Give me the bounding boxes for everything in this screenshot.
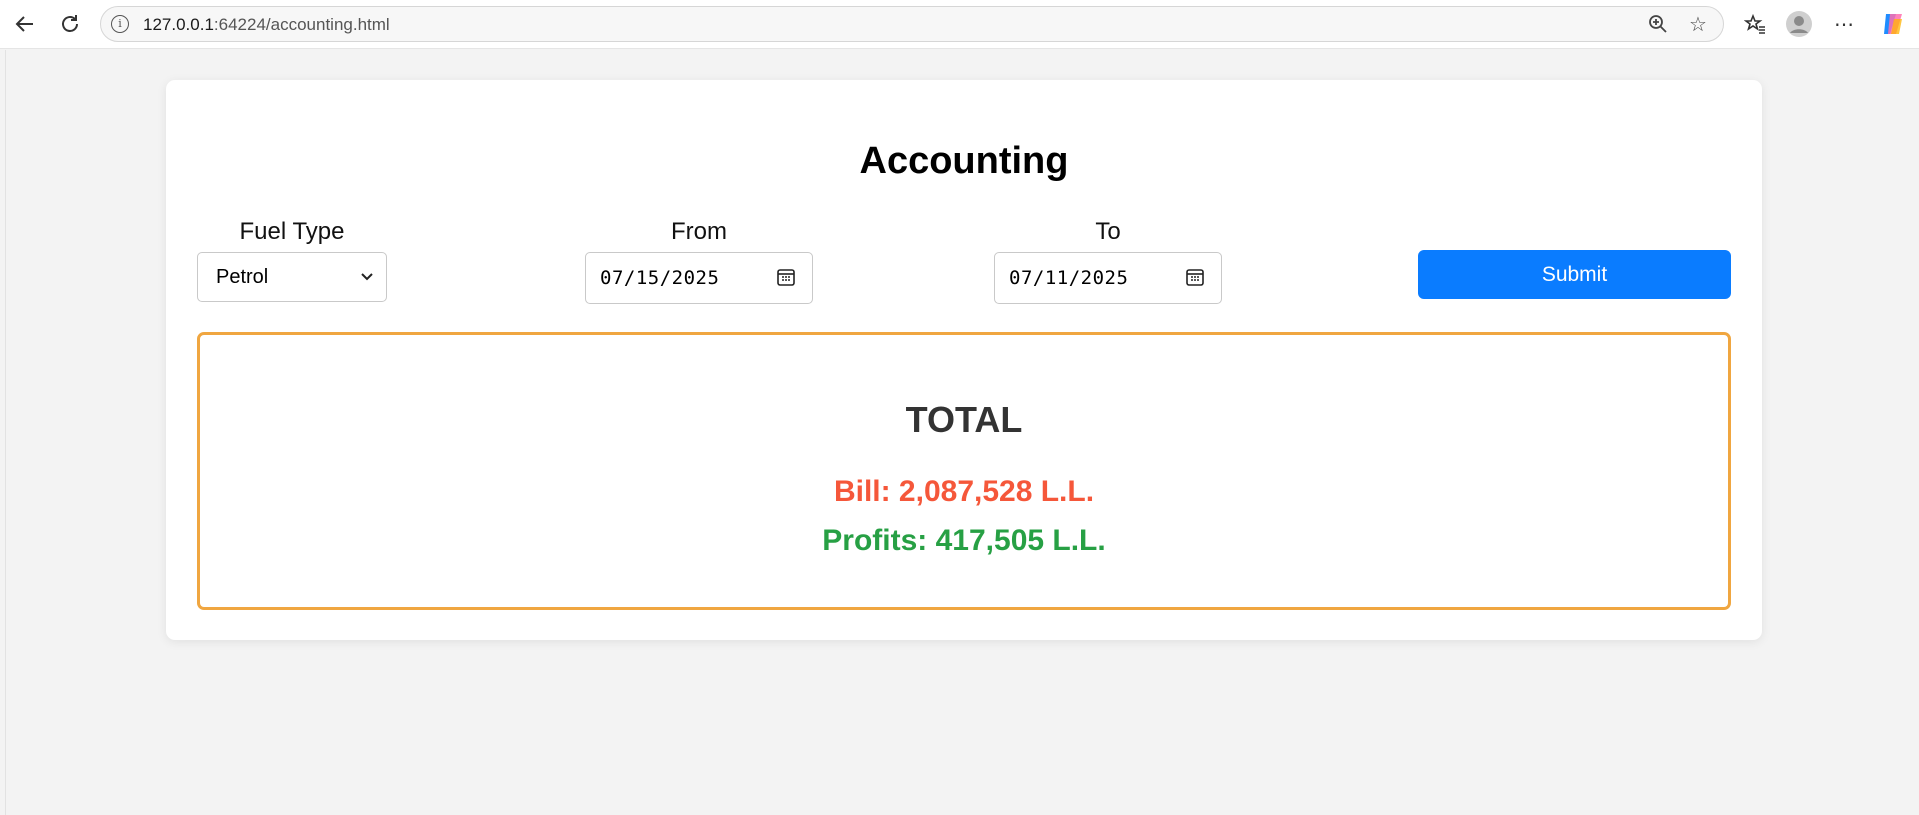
page-area: Accounting Fuel Type Petrol From 07/15/2… [5, 50, 1919, 815]
from-label: From [671, 218, 727, 245]
to-date-group: To 07/11/2025 [994, 218, 1222, 304]
total-heading: TOTAL [905, 399, 1023, 440]
chevron-down-icon [360, 264, 374, 289]
fuel-type-value: Petrol [216, 266, 269, 288]
from-date-value: 07/15/2025 [600, 267, 720, 289]
page-title: Accounting [859, 140, 1069, 182]
total-summary-box: TOTAL Bill: 2,087,528 L.L. Profits: 417,… [197, 332, 1731, 610]
fuel-type-select[interactable]: Petrol [197, 252, 387, 302]
profile-icon[interactable] [1784, 9, 1814, 39]
browser-toolbar: i 127.0.0.1:64224/accounting.html ☆ ⋯ [0, 0, 1919, 49]
copilot-icon[interactable] [1878, 9, 1908, 39]
profits-amount: Profits: 417,505 L.L. [822, 524, 1106, 557]
calendar-icon[interactable] [776, 267, 796, 287]
fuel-type-label: Fuel Type [239, 218, 345, 245]
to-label: To [1095, 218, 1121, 245]
favorite-star-icon[interactable]: ☆ [1685, 11, 1711, 37]
info-icon[interactable]: i [111, 15, 129, 33]
from-date-input[interactable]: 07/15/2025 [585, 252, 813, 304]
back-icon[interactable] [10, 9, 40, 39]
refresh-icon[interactable] [55, 9, 85, 39]
fuel-type-group: Fuel Type Petrol [197, 218, 387, 302]
url-text: 127.0.0.1:64224/accounting.html [143, 15, 390, 34]
bill-amount: Bill: 2,087,528 L.L. [833, 475, 1095, 508]
favorites-icon[interactable] [1740, 9, 1770, 39]
zoom-icon[interactable] [1645, 11, 1671, 37]
submit-button[interactable]: Submit [1418, 250, 1731, 299]
from-date-group: From 07/15/2025 [585, 218, 813, 304]
calendar-icon[interactable] [1185, 267, 1205, 287]
address-bar[interactable]: i 127.0.0.1:64224/accounting.html ☆ [100, 6, 1724, 42]
accounting-card: Accounting Fuel Type Petrol From 07/15/2… [166, 80, 1762, 640]
to-date-input[interactable]: 07/11/2025 [994, 252, 1222, 304]
more-icon[interactable]: ⋯ [1829, 9, 1859, 39]
to-date-value: 07/11/2025 [1009, 267, 1129, 289]
